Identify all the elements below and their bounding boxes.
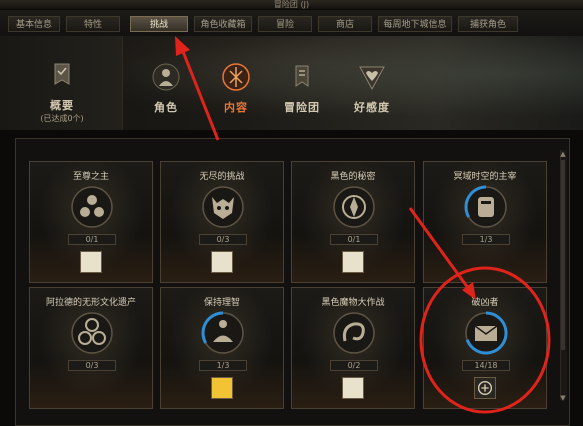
challenge-card[interactable]: 黑色魔物大作战 0/2 bbox=[291, 287, 415, 409]
challenge-card[interactable]: 阿拉德的无形文化遗产 0/3 bbox=[29, 287, 153, 409]
tab-weekly-dungeon[interactable]: 每周地下城信息 bbox=[378, 16, 452, 32]
content-icon bbox=[222, 63, 250, 91]
card-title: 冥域时空的主宰 bbox=[453, 172, 517, 182]
triskelion-icon bbox=[71, 312, 113, 354]
card-title: 无尽的挑战 bbox=[199, 172, 245, 182]
card-title: 至尊之主 bbox=[72, 172, 109, 182]
challenge-card[interactable]: 保持理智 1/3 bbox=[160, 287, 284, 409]
burst-reward-icon[interactable] bbox=[211, 377, 233, 399]
nav-affinity[interactable]: 好感度 bbox=[346, 62, 398, 115]
tab-character-collection[interactable]: 角色收藏箱 bbox=[194, 16, 252, 32]
card-progress: 0/3 bbox=[68, 360, 116, 371]
card-progress: 1/3 bbox=[199, 360, 247, 371]
document-icon bbox=[54, 63, 70, 85]
challenge-card[interactable]: 至尊之主 0/1 bbox=[29, 161, 153, 283]
overview-label: 概要 bbox=[50, 99, 74, 112]
card-title: 阿拉德的无形文化遗产 bbox=[45, 298, 136, 308]
tab-capture-character[interactable]: 捕获角色 bbox=[458, 16, 518, 32]
affinity-icon bbox=[359, 66, 385, 91]
card-progress: 0/3 bbox=[199, 234, 247, 245]
overview-panel[interactable]: 概要 (已达成0个) bbox=[0, 36, 123, 130]
card-progress: 0/1 bbox=[330, 234, 378, 245]
card-title: 保持理智 bbox=[203, 298, 240, 308]
nav-adventure-group-label: 冒险团 bbox=[284, 101, 320, 114]
nav-content-label: 内容 bbox=[224, 101, 248, 114]
card-progress: 14/18 bbox=[462, 360, 510, 371]
dark-sigil-icon bbox=[333, 186, 375, 228]
challenge-card[interactable]: 无尽的挑战 0/3 bbox=[160, 161, 284, 283]
box-reward-icon[interactable] bbox=[80, 251, 102, 273]
tab-adventure[interactable]: 冒险 bbox=[258, 16, 312, 32]
meditation-icon bbox=[201, 311, 244, 354]
top-tab-bar: 基本信息 特性 挑战 角色收藏箱 冒险 商店 每周地下城信息 捕获角色 bbox=[0, 10, 583, 37]
shield-emblem-icon bbox=[477, 380, 493, 396]
box-reward-icon[interactable] bbox=[342, 251, 364, 273]
nav-adventure-group[interactable]: 冒险团 bbox=[278, 62, 326, 115]
tome-icon bbox=[465, 311, 508, 355]
card-title: 黑色的秘密 bbox=[330, 172, 376, 182]
demon-mask-icon bbox=[202, 186, 244, 228]
card-title: 破凶者 bbox=[471, 298, 499, 308]
scroll-up-icon[interactable]: ▲ bbox=[559, 150, 567, 158]
card-title: 黑色魔物大作战 bbox=[321, 298, 385, 308]
scroll-down-icon[interactable]: ▼ bbox=[559, 394, 567, 402]
box-reward-icon[interactable] bbox=[211, 251, 233, 273]
card-progress: 0/2 bbox=[330, 360, 378, 371]
banner-icon bbox=[295, 65, 309, 87]
tab-basic-info[interactable]: 基本信息 bbox=[8, 16, 60, 32]
character-icon bbox=[152, 63, 180, 91]
shield-reward-icon[interactable] bbox=[474, 377, 496, 399]
nav-character[interactable]: 角色 bbox=[146, 62, 186, 115]
overview-count: (已达成0个) bbox=[40, 114, 84, 123]
tab-challenge[interactable]: 挑战 bbox=[130, 16, 188, 32]
challenge-card[interactable]: 破凶者 14/18 bbox=[423, 287, 547, 409]
nav-affinity-label: 好感度 bbox=[354, 101, 390, 114]
tab-traits[interactable]: 特性 bbox=[66, 16, 120, 32]
nav-content[interactable]: 内容 bbox=[216, 62, 256, 115]
serpent-icon bbox=[333, 312, 375, 354]
golem-icon bbox=[464, 185, 507, 228]
tab-shop[interactable]: 商店 bbox=[318, 16, 372, 32]
box-reward-icon[interactable] bbox=[342, 377, 364, 399]
scroll-thumb[interactable] bbox=[561, 160, 565, 350]
window-title: 冒险团 (J) bbox=[0, 0, 583, 9]
challenge-card[interactable]: 黑色的秘密 0/1 bbox=[291, 161, 415, 283]
category-banner: 概要 (已达成0个) 角色 内容 冒险团 好感度 bbox=[0, 36, 583, 130]
trinity-icon bbox=[71, 186, 113, 228]
card-progress: 0/1 bbox=[68, 234, 116, 245]
card-progress: 1/3 bbox=[462, 234, 510, 245]
nav-character-label: 角色 bbox=[154, 101, 178, 114]
challenge-card[interactable]: 冥域时空的主宰 1/3 bbox=[423, 161, 547, 283]
